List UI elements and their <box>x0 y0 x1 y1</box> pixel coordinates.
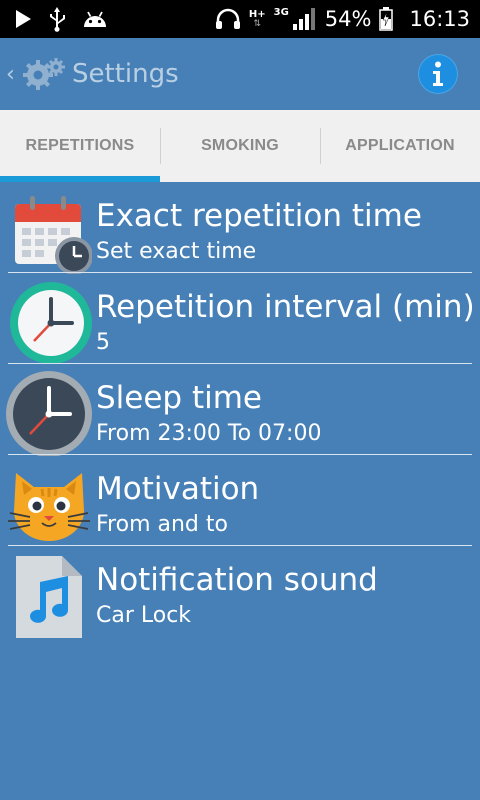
network-hplus-label: H+ <box>248 8 266 20</box>
setting-title: Sleep time <box>96 380 263 416</box>
chevron-left-icon: ‹ <box>6 61 15 87</box>
android-icon <box>84 11 106 27</box>
status-bar: H+ ⇅ 3G 54% 16:13 <box>0 0 480 38</box>
data-arrows-icon: ⇅ <box>253 18 261 29</box>
setting-subtitle: Car Lock <box>96 603 192 628</box>
page-title: Settings <box>72 59 179 89</box>
signal-strength: 3G <box>274 8 317 30</box>
clock-time: 16:13 <box>409 7 470 31</box>
info-icon <box>433 61 443 86</box>
setting-title: Motivation <box>96 471 260 507</box>
tab-bar: REPETITIONS SMOKING APPLICATION <box>0 110 480 182</box>
signal-bars-icon <box>292 8 315 30</box>
action-bar: ‹ Settings <box>0 38 480 110</box>
setting-sleep-time[interactable]: Sleep time From 23:00 To 07:00 <box>0 364 480 456</box>
music-file-icon <box>16 556 82 638</box>
headphones-icon <box>215 8 240 29</box>
clock-icon <box>10 282 92 364</box>
tab-application[interactable]: APPLICATION <box>320 110 480 182</box>
settings-list: Exact repetition time Set exact time Rep… <box>0 182 480 638</box>
setting-subtitle: From and to <box>96 512 228 537</box>
setting-notification-sound[interactable]: Notification sound Car Lock <box>0 546 480 638</box>
play-icon <box>16 10 31 28</box>
setting-title: Notification sound <box>96 562 378 598</box>
cat-icon <box>8 473 90 541</box>
usb-icon <box>50 7 65 32</box>
home-up-button[interactable]: ‹ <box>0 51 66 97</box>
setting-motivation[interactable]: Motivation From and to <box>0 455 480 546</box>
tab-repetitions[interactable]: REPETITIONS <box>0 110 160 182</box>
setting-subtitle: From 23:00 To 07:00 <box>96 421 322 446</box>
setting-repetition-interval[interactable]: Repetition interval (min) 5 <box>0 273 480 364</box>
network-3g-label: 3G <box>273 7 289 18</box>
info-button[interactable] <box>418 54 458 94</box>
setting-subtitle: 5 <box>96 330 110 355</box>
setting-title: Exact repetition time <box>96 198 422 234</box>
setting-subtitle: Set exact time <box>96 239 257 264</box>
tab-smoking[interactable]: SMOKING <box>160 110 320 182</box>
calendar-clock-icon <box>15 196 92 274</box>
setting-title: Repetition interval (min) <box>96 289 475 325</box>
setting-exact-repetition-time[interactable]: Exact repetition time Set exact time <box>0 182 480 274</box>
network-type-indicator: H+ ⇅ <box>248 8 266 29</box>
gears-icon <box>23 58 65 90</box>
battery-charging-icon <box>379 7 394 31</box>
dark-clock-icon <box>6 371 92 456</box>
battery-percent: 54% <box>324 7 372 31</box>
